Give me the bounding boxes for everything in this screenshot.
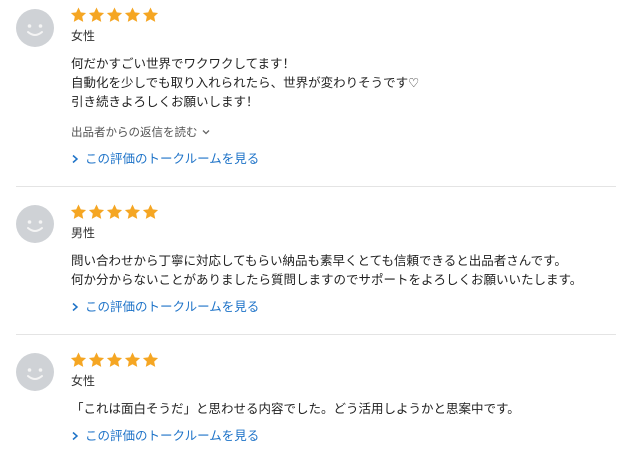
- chevron-right-icon: [72, 302, 79, 312]
- divider: [16, 186, 616, 187]
- talk-room-link[interactable]: この評価のトークルームを見る: [71, 299, 259, 315]
- star-icon: [124, 7, 141, 23]
- talk-room-link-label: この評価のトークルームを見る: [85, 428, 260, 443]
- star-rating: [70, 204, 159, 220]
- star-icon: [70, 7, 87, 23]
- seller-reply-toggle[interactable]: 出品者からの返信を読む: [71, 125, 211, 139]
- star-icon: [124, 204, 141, 220]
- divider: [16, 334, 616, 335]
- seller-reply-label: 出品者からの返信を読む: [71, 125, 198, 139]
- talk-room-link[interactable]: この評価のトークルームを見る: [71, 151, 259, 167]
- star-rating: [70, 7, 159, 23]
- star-icon: [70, 204, 87, 220]
- chevron-down-icon: [202, 130, 209, 135]
- review-comment-line: 何か分からないことがありましたら質問しますのでサポートをよろしくお願いいたします…: [71, 272, 583, 287]
- avatar: [16, 9, 54, 47]
- reviewer-gender: 女性: [71, 374, 96, 388]
- star-icon: [88, 7, 105, 23]
- user-face-icon: [27, 368, 43, 380]
- star-icon: [142, 204, 159, 220]
- star-icon: [88, 352, 105, 368]
- avatar: [16, 353, 54, 391]
- talk-room-link[interactable]: この評価のトークルームを見る: [71, 428, 259, 444]
- reviewer-gender: 男性: [71, 226, 96, 240]
- review-comment-line: 何だかすごい世界でワクワクしてます！: [71, 56, 296, 71]
- star-icon: [142, 7, 159, 23]
- star-icon: [106, 352, 123, 368]
- star-icon: [70, 352, 87, 368]
- review-comment-line: 「これは面白そうだ」と思わせる内容でした。どう活用しようかと思案中です。: [71, 401, 520, 416]
- reviewer-gender: 女性: [71, 29, 96, 43]
- talk-room-link-label: この評価のトークルームを見る: [85, 299, 260, 314]
- user-face-icon: [27, 24, 43, 36]
- star-icon: [124, 352, 141, 368]
- review-comment-line: 問い合わせから丁寧に対応してもらい納品も素早くとても信頼できると出品者さんです。: [71, 253, 567, 268]
- avatar: [16, 205, 54, 243]
- chevron-right-icon: [72, 154, 79, 164]
- star-icon: [106, 7, 123, 23]
- star-icon: [106, 204, 123, 220]
- talk-room-link-label: この評価のトークルームを見る: [85, 151, 260, 166]
- star-icon: [88, 204, 105, 220]
- star-icon: [142, 352, 159, 368]
- chevron-right-icon: [72, 431, 79, 441]
- star-rating: [70, 352, 159, 368]
- user-face-icon: [27, 220, 43, 232]
- review-comment-line: 自動化を少しでも取り入れられたら、世界が変わりそうです♡: [71, 75, 420, 90]
- review-comment-line: 引き続きよろしくお願いします！: [71, 94, 259, 109]
